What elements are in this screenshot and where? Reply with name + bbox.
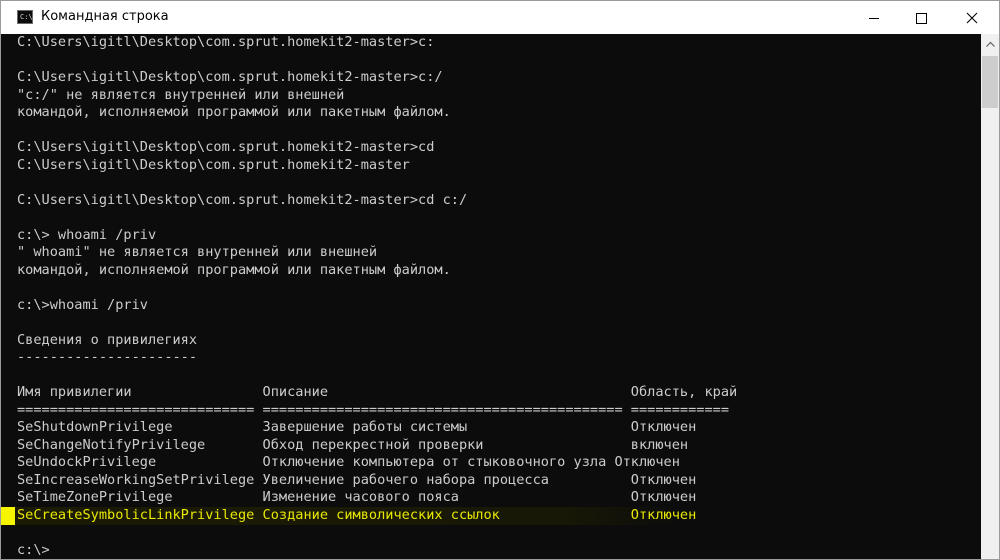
- console-line: "c:/" не является внутренней или внешней: [17, 86, 345, 103]
- console-lines: C:\Users\igitl\Desktop\com.sprut.homekit…: [17, 34, 737, 559]
- title-bar[interactable]: C:\ Командная строка: [1, 1, 999, 34]
- scroll-up-arrow-icon: [985, 41, 995, 47]
- minimize-button[interactable]: [851, 1, 897, 34]
- console-line: SeUndockPrivilege Отключение компьютера …: [17, 454, 680, 470]
- console-output-area[interactable]: C:\Users\igitl\Desktop\com.sprut.homekit…: [1, 34, 981, 559]
- minimize-icon: [869, 17, 879, 19]
- console-line: SeCreateSymbolicLinkPrivilege Создание с…: [17, 506, 697, 523]
- window-title: Командная строка: [41, 9, 169, 24]
- console-line: C:\Users\igitl\Desktop\com.sprut.homekit…: [17, 191, 468, 208]
- command-prompt-window: C:\ Командная строка C:\Users\igitl\Desk…: [0, 0, 1000, 560]
- scrollbar-thumb[interactable]: [982, 56, 998, 108]
- close-icon: [966, 12, 978, 23]
- console-line: c:\>: [17, 541, 50, 558]
- console-icon[interactable]: C:\: [17, 10, 33, 24]
- console-line: c:\>whoami /priv: [17, 296, 148, 313]
- console-line: SeIncreaseWorkingSetPrivilege Увеличение…: [17, 471, 697, 488]
- console-line: Сведения о привилегиях: [17, 331, 198, 348]
- console-line: C:\Users\igitl\Desktop\com.sprut.homekit…: [17, 156, 410, 173]
- console-line: C:\Users\igitl\Desktop\com.sprut.homekit…: [17, 69, 443, 85]
- console-line: Имя привилегии Описание Область, край: [17, 384, 738, 400]
- console-line: ============================= ==========…: [17, 401, 730, 418]
- console-line: C:\Users\igitl\Desktop\com.sprut.homekit…: [17, 139, 435, 155]
- console-line: c:\> whoami /priv: [17, 226, 157, 243]
- console-line: ----------------------: [17, 349, 198, 365]
- console-line: SeShutdownPrivilege Завершение работы си…: [17, 419, 697, 435]
- console-line: SeChangeNotifyPrivilege Обход перекрестн…: [17, 436, 689, 453]
- console-line: командой, исполняемой программой или пак…: [17, 104, 451, 120]
- console-line: SeTimeZonePrivilege Изменение часового п…: [17, 489, 697, 505]
- close-button[interactable]: [949, 1, 995, 34]
- vertical-scrollbar[interactable]: [981, 34, 999, 559]
- maximize-icon: [916, 12, 927, 24]
- scroll-up-button[interactable]: [981, 34, 999, 54]
- console-line: C:\Users\igitl\Desktop\com.sprut.homekit…: [17, 34, 435, 50]
- maximize-button[interactable]: [898, 1, 944, 34]
- console-line: командой, исполняемой программой или пак…: [17, 261, 451, 278]
- console-line: " whoami" не является внутренней или вне…: [17, 244, 378, 260]
